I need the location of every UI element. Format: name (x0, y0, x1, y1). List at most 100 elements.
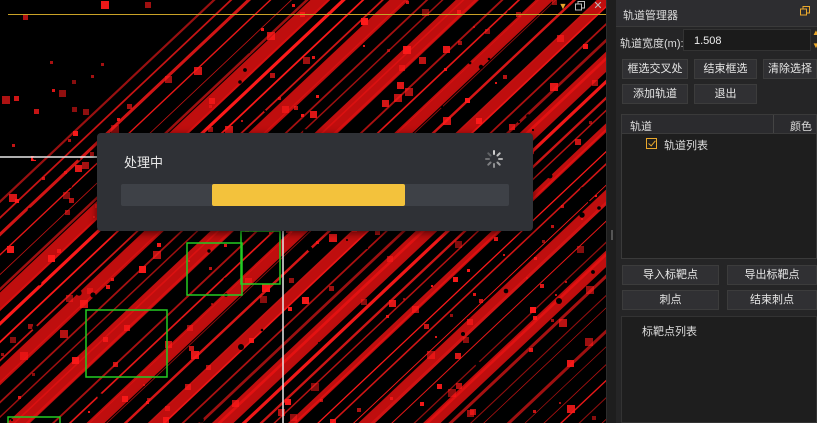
point-cloud-block (389, 300, 396, 307)
splitter-grip[interactable] (611, 230, 613, 240)
point-cloud-gap (264, 110, 266, 112)
spin-up-icon[interactable]: ▲ (812, 29, 817, 37)
point-cloud-gap (531, 128, 535, 132)
puncture-button[interactable]: 刺点 (622, 290, 719, 310)
point-cloud-block (211, 303, 213, 305)
point-cloud-gap (579, 212, 585, 218)
point-cloud-gap (181, 318, 185, 322)
track-list-checkbox[interactable] (646, 138, 657, 149)
point-cloud-block (91, 75, 94, 78)
point-cloud-block (550, 83, 558, 91)
point-cloud-gap (478, 64, 484, 70)
point-cloud-gap (558, 394, 564, 400)
box-intersection-button[interactable]: 框选交叉处 (622, 59, 688, 79)
exit-button[interactable]: 退出 (694, 84, 757, 104)
add-track-button[interactable]: 添加轨道 (622, 84, 688, 104)
close-icon[interactable]: ✕ (590, 0, 606, 14)
point-cloud-block (64, 171, 67, 174)
point-cloud-gap (580, 187, 586, 193)
point-cloud-block (165, 406, 170, 411)
point-cloud-block (72, 80, 76, 84)
point-cloud-block (302, 297, 309, 304)
point-cloud-block (509, 124, 515, 130)
dropdown-arrow-icon[interactable]: ▼ (555, 0, 571, 14)
column-track[interactable]: 轨道 (630, 118, 652, 134)
point-cloud-block (444, 68, 447, 71)
end-box-select-button[interactable]: 结束框选 (694, 59, 757, 79)
point-cloud-block (565, 281, 567, 283)
point-cloud-block (23, 15, 28, 20)
point-cloud-block (288, 307, 292, 311)
point-cloud-gap (67, 175, 73, 181)
point-cloud-gap (365, 246, 369, 250)
restore-window-icon[interactable] (572, 0, 588, 14)
point-cloud-block (82, 162, 89, 169)
point-cloud-block (59, 90, 66, 97)
point-cloud-block (124, 325, 130, 331)
point-cloud-gap (462, 365, 468, 371)
point-cloud-gap (440, 113, 442, 115)
point-cloud-block (361, 299, 367, 305)
point-cloud-block (10, 337, 16, 343)
point-cloud-gap (517, 120, 521, 124)
point-cloud-block (57, 249, 61, 253)
target-list-label: 标靶点列表 (642, 326, 697, 338)
point-cloud-gap (76, 290, 82, 296)
point-cloud-gap (316, 300, 322, 306)
point-cloud-gap (197, 94, 201, 98)
export-targets-button[interactable]: 导出标靶点 (727, 265, 817, 285)
point-cloud-block (63, 192, 70, 199)
point-cloud-gap (200, 391, 204, 395)
target-point-list[interactable]: 标靶点列表 (621, 316, 817, 423)
point-cloud-block (592, 416, 596, 420)
point-cloud-block (386, 315, 389, 318)
point-cloud-block (526, 277, 528, 279)
point-cloud-block (282, 106, 289, 113)
point-cloud-gap (180, 251, 184, 255)
panel-title: 轨道管理器 (623, 10, 678, 22)
point-cloud-block (320, 399, 323, 402)
point-cloud-block (69, 198, 74, 203)
column-separator[interactable] (773, 115, 774, 133)
point-cloud-block (249, 338, 254, 343)
point-cloud-gap (409, 398, 413, 402)
clear-selection-button[interactable]: 清除选择 (763, 59, 817, 79)
point-cloud-block (88, 411, 90, 413)
point-cloud-gap (475, 361, 481, 367)
column-color[interactable]: 颜色 (790, 118, 812, 134)
point-cloud-block (559, 319, 567, 327)
point-cloud-block (185, 384, 191, 390)
undock-icon[interactable] (799, 5, 811, 20)
point-cloud-block (262, 284, 270, 292)
point-cloud-gap (18, 224, 24, 230)
processing-dialog: 处理中 (97, 133, 533, 231)
point-cloud-block (34, 109, 39, 114)
point-cloud-gap (97, 393, 103, 399)
point-cloud-block (473, 26, 475, 28)
track-list: 轨道 颜色 轨道列表 (621, 114, 817, 259)
point-cloud-block (387, 256, 393, 262)
point-cloud-block (382, 100, 389, 107)
progress-fill (212, 184, 405, 206)
import-targets-button[interactable]: 导入标靶点 (622, 265, 719, 285)
point-cloud-block (48, 255, 55, 262)
point-cloud-block (397, 82, 404, 89)
point-cloud-gap (468, 61, 472, 65)
point-cloud-block (278, 409, 285, 416)
end-puncture-button[interactable]: 结束刺点 (727, 290, 817, 310)
point-cloud-gap (440, 105, 444, 109)
point-cloud-gap (27, 207, 33, 213)
point-cloud-block (567, 360, 574, 367)
point-cloud-gap (39, 293, 45, 299)
spin-down-icon[interactable]: ▼ (812, 42, 817, 50)
point-cloud-block (111, 278, 114, 281)
track-width-input[interactable]: 1.508 (683, 29, 811, 51)
point-cloud-block (453, 277, 458, 282)
point-cloud-block (270, 73, 275, 78)
point-cloud-block (458, 41, 462, 45)
point-cloud-block (467, 269, 470, 272)
point-cloud-block (301, 114, 304, 117)
point-cloud-gap (587, 200, 591, 204)
point-cloud-block (495, 82, 497, 84)
point-cloud-gap (150, 49, 156, 55)
